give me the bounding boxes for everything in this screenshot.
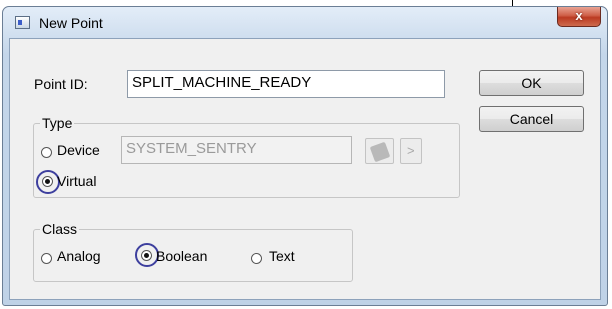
device-browse-button [365, 138, 394, 164]
chevron-right-icon: > [407, 143, 415, 158]
ok-button[interactable]: OK [479, 70, 584, 96]
cancel-button[interactable]: Cancel [479, 106, 584, 132]
device-radio[interactable] [41, 147, 52, 158]
close-icon: x [575, 8, 583, 23]
class-group: Class Analog Boolean Text [33, 221, 353, 282]
title-bar: New Point x [3, 7, 607, 39]
point-id-label: Point ID: [34, 76, 88, 92]
app-window-icon [15, 16, 30, 29]
text-radio-label: Text [269, 248, 295, 264]
class-group-legend: Class [40, 221, 80, 237]
point-id-input[interactable]: SPLIT_MACHINE_READY [127, 70, 445, 98]
analog-radio-label: Analog [57, 248, 101, 264]
text-radio[interactable] [251, 253, 262, 264]
device-arrow-button: > [400, 138, 422, 164]
device-radio-label: Device [57, 142, 100, 158]
boolean-radio-label: Boolean [156, 248, 208, 264]
virtual-radio[interactable] [42, 176, 53, 187]
device-field: SYSTEM_SENTRY [121, 136, 352, 164]
type-group: Type Device SYSTEM_SENTRY > Virtual [33, 115, 460, 198]
database-icon [369, 141, 391, 163]
analog-radio[interactable] [41, 253, 52, 264]
window-title: New Point [39, 15, 103, 31]
dialog-body: Point ID: SPLIT_MACHINE_READY OK Cancel … [9, 38, 601, 300]
type-group-legend: Type [40, 115, 75, 131]
virtual-radio-label: Virtual [57, 173, 97, 189]
boolean-radio[interactable] [141, 250, 152, 261]
dialog-window: New Point x Point ID: SPLIT_MACHINE_READ… [2, 6, 608, 306]
close-button[interactable]: x [557, 7, 601, 27]
